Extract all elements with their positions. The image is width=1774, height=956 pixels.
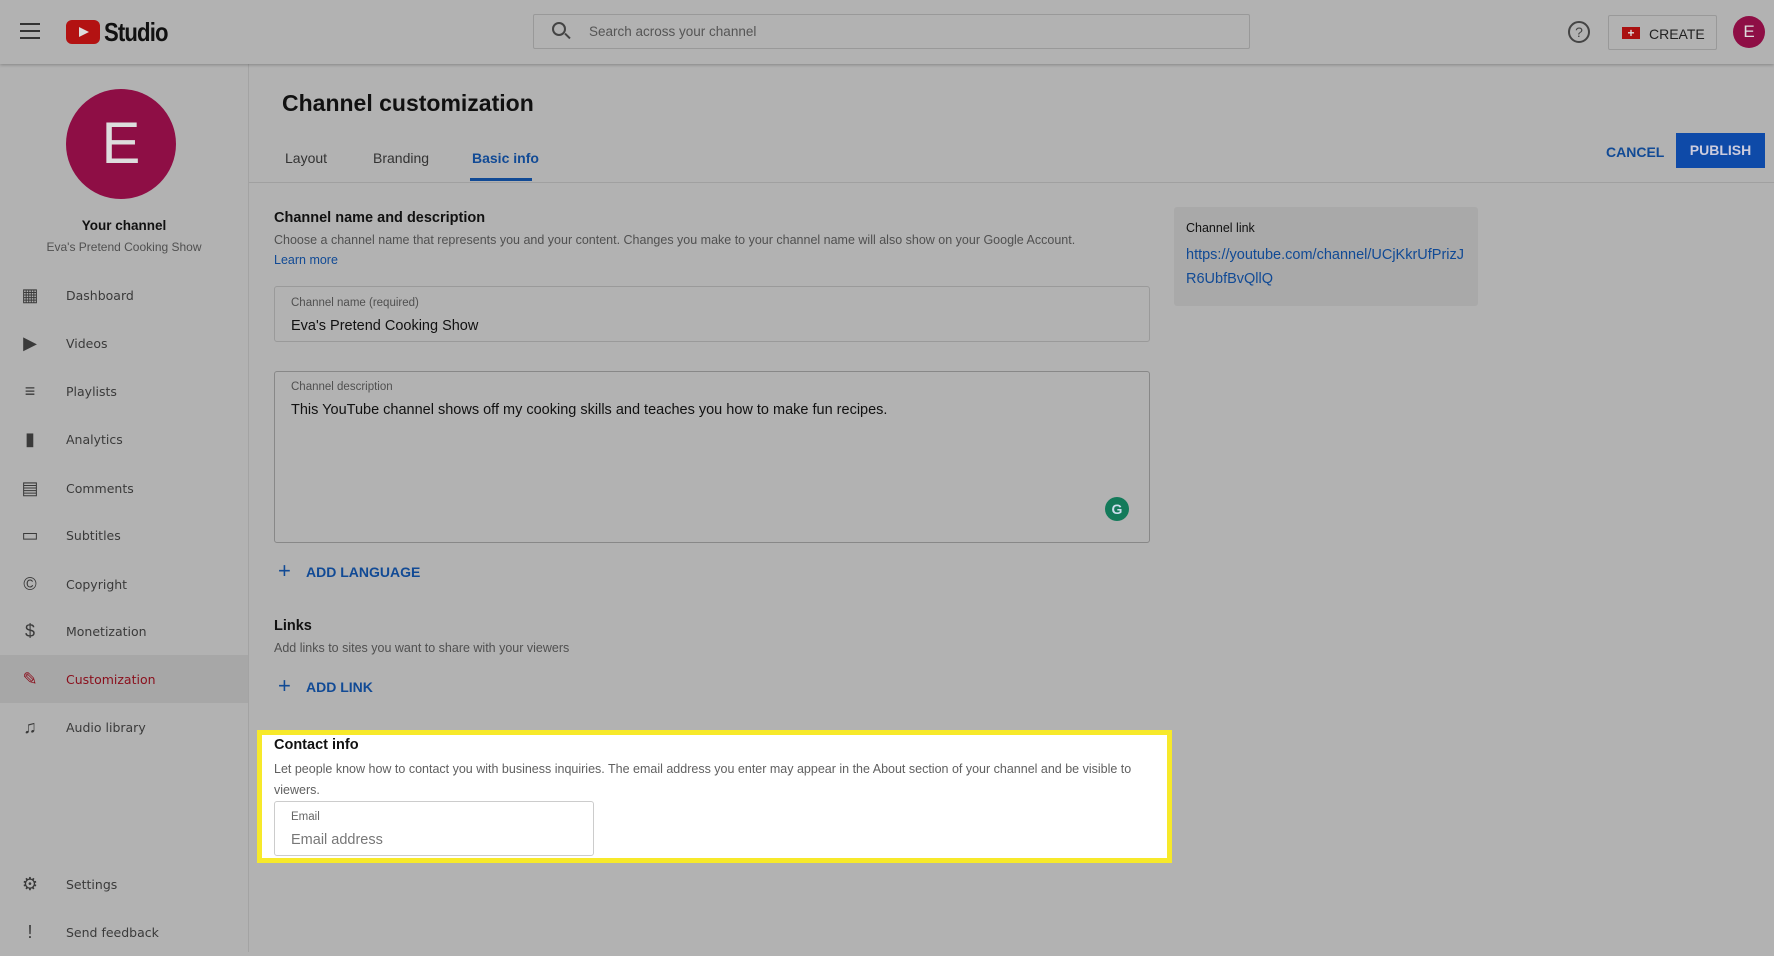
sidebar-item-label: Monetization: [66, 623, 147, 639]
playlists-icon: ≡: [24, 380, 36, 401]
page-title: Channel customization: [282, 90, 534, 116]
copyright-icon: ©: [23, 573, 37, 594]
search-bar[interactable]: Search across your channel: [533, 14, 1250, 49]
channel-name-field[interactable]: Channel name (required) Eva's Pretend Co…: [274, 286, 1150, 342]
youtube-logo-icon[interactable]: [66, 20, 100, 44]
sidebar-item-label: Playlists: [66, 383, 117, 399]
create-button[interactable]: + CREATE: [1608, 15, 1717, 50]
sidebar-item-copyright[interactable]: © Copyright: [0, 560, 248, 608]
plus-icon: +: [278, 558, 291, 583]
sidebar-item-label: Subtitles: [66, 527, 121, 543]
email-field[interactable]: Email Email address: [274, 801, 594, 856]
channel-name: Eva's Pretend Cooking Show: [46, 240, 202, 254]
magic-wand-icon: ✎: [22, 668, 38, 689]
channel-avatar[interactable]: E: [66, 89, 176, 199]
sidebar-item-audio-library[interactable]: ♫ Audio library: [0, 703, 248, 751]
tabs-divider: [249, 182, 1774, 183]
sidebar-item-label: Send feedback: [66, 924, 159, 940]
section-title-contact: Contact info: [274, 737, 359, 753]
search-input[interactable]: Search across your channel: [589, 24, 756, 39]
subtitles-icon: ▭: [21, 524, 39, 545]
your-channel-label: Your channel: [81, 218, 167, 233]
channel-description-label: Channel description: [291, 381, 393, 393]
channel-link-card: Channel link https://youtube.com/channel…: [1174, 207, 1478, 306]
sidebar-item-label: Settings: [66, 876, 118, 892]
add-language-button[interactable]: ADD LANGUAGE: [306, 564, 420, 580]
channel-description-field[interactable]: Channel description This YouTube channel…: [274, 371, 1150, 543]
sidebar: E Your channel Eva's Pretend Cooking Sho…: [0, 64, 249, 952]
channel-description-input[interactable]: This YouTube channel shows off my cookin…: [291, 402, 887, 418]
tab-branding[interactable]: Branding: [373, 150, 429, 166]
audio-library-icon: ♫: [23, 716, 37, 737]
sidebar-item-dashboard[interactable]: ▦ Dashboard: [0, 271, 248, 319]
publish-button[interactable]: PUBLISH: [1676, 133, 1765, 168]
section-title-links: Links: [274, 618, 312, 634]
learn-more-link[interactable]: Learn more: [274, 253, 338, 267]
tab-underline: [470, 178, 532, 181]
top-bar: Studio Search across your channel ? + CR…: [0, 0, 1774, 64]
email-label: Email: [291, 811, 320, 823]
studio-logo-text: Studio: [104, 17, 168, 47]
sidebar-item-subtitles[interactable]: ▭ Subtitles: [0, 511, 248, 559]
channel-link-url[interactable]: https://youtube.com/channel/UCjKkrUfPriz…: [1186, 243, 1471, 291]
sidebar-item-comments[interactable]: ▤ Comments: [0, 464, 248, 512]
sidebar-item-label: Comments: [66, 480, 134, 496]
feedback-icon: !: [27, 921, 33, 942]
sidebar-item-label: Videos: [66, 335, 108, 351]
analytics-icon: ▮: [25, 428, 35, 449]
sidebar-item-label: Audio library: [66, 719, 146, 735]
sidebar-item-label: Analytics: [66, 431, 123, 447]
sidebar-item-videos[interactable]: ▶ Videos: [0, 319, 248, 367]
account-avatar[interactable]: E: [1733, 16, 1765, 48]
sidebar-item-customization[interactable]: ✎ Customization: [0, 655, 248, 703]
comments-icon: ▤: [21, 477, 39, 498]
help-icon[interactable]: ?: [1568, 21, 1590, 43]
videos-icon: ▶: [23, 332, 37, 353]
sidebar-item-send-feedback[interactable]: ! Send feedback: [0, 908, 248, 956]
cancel-button[interactable]: CANCEL: [1606, 144, 1664, 160]
add-link-button[interactable]: ADD LINK: [306, 679, 373, 695]
menu-icon[interactable]: [20, 23, 40, 39]
dashboard-icon: ▦: [21, 284, 39, 305]
sidebar-item-monetization[interactable]: $ Monetization: [0, 607, 248, 655]
channel-name-label: Channel name (required): [291, 297, 419, 309]
tab-layout[interactable]: Layout: [285, 150, 327, 166]
grammarly-icon[interactable]: G: [1105, 497, 1129, 521]
channel-name-input[interactable]: Eva's Pretend Cooking Show: [291, 318, 478, 334]
sidebar-item-label: Copyright: [66, 576, 128, 592]
sidebar-item-playlists[interactable]: ≡ Playlists: [0, 367, 248, 415]
section-desc-contact: Let people know how to contact you with …: [274, 762, 1132, 797]
section-desc-links: Add links to sites you want to share wit…: [274, 641, 570, 655]
sidebar-item-analytics[interactable]: ▮ Analytics: [0, 415, 248, 463]
sidebar-item-label: Dashboard: [66, 287, 134, 303]
section-title-name: Channel name and description: [274, 210, 486, 226]
plus-icon: +: [278, 673, 291, 698]
section-desc-name: Choose a channel name that represents yo…: [274, 233, 1076, 247]
video-camera-plus-icon: +: [1622, 27, 1640, 39]
channel-link-label: Channel link: [1186, 221, 1255, 235]
create-label: CREATE: [1649, 26, 1705, 42]
search-icon: [552, 22, 571, 40]
contact-info-highlight: Contact info Let people know how to cont…: [257, 730, 1172, 863]
sidebar-item-label: Customization: [66, 671, 156, 687]
tab-basic-info[interactable]: Basic info: [472, 150, 539, 166]
gear-icon: ⚙: [21, 873, 39, 894]
dollar-icon: $: [24, 620, 35, 641]
email-input[interactable]: Email address: [291, 832, 383, 848]
sidebar-item-settings[interactable]: ⚙ Settings: [0, 860, 248, 908]
